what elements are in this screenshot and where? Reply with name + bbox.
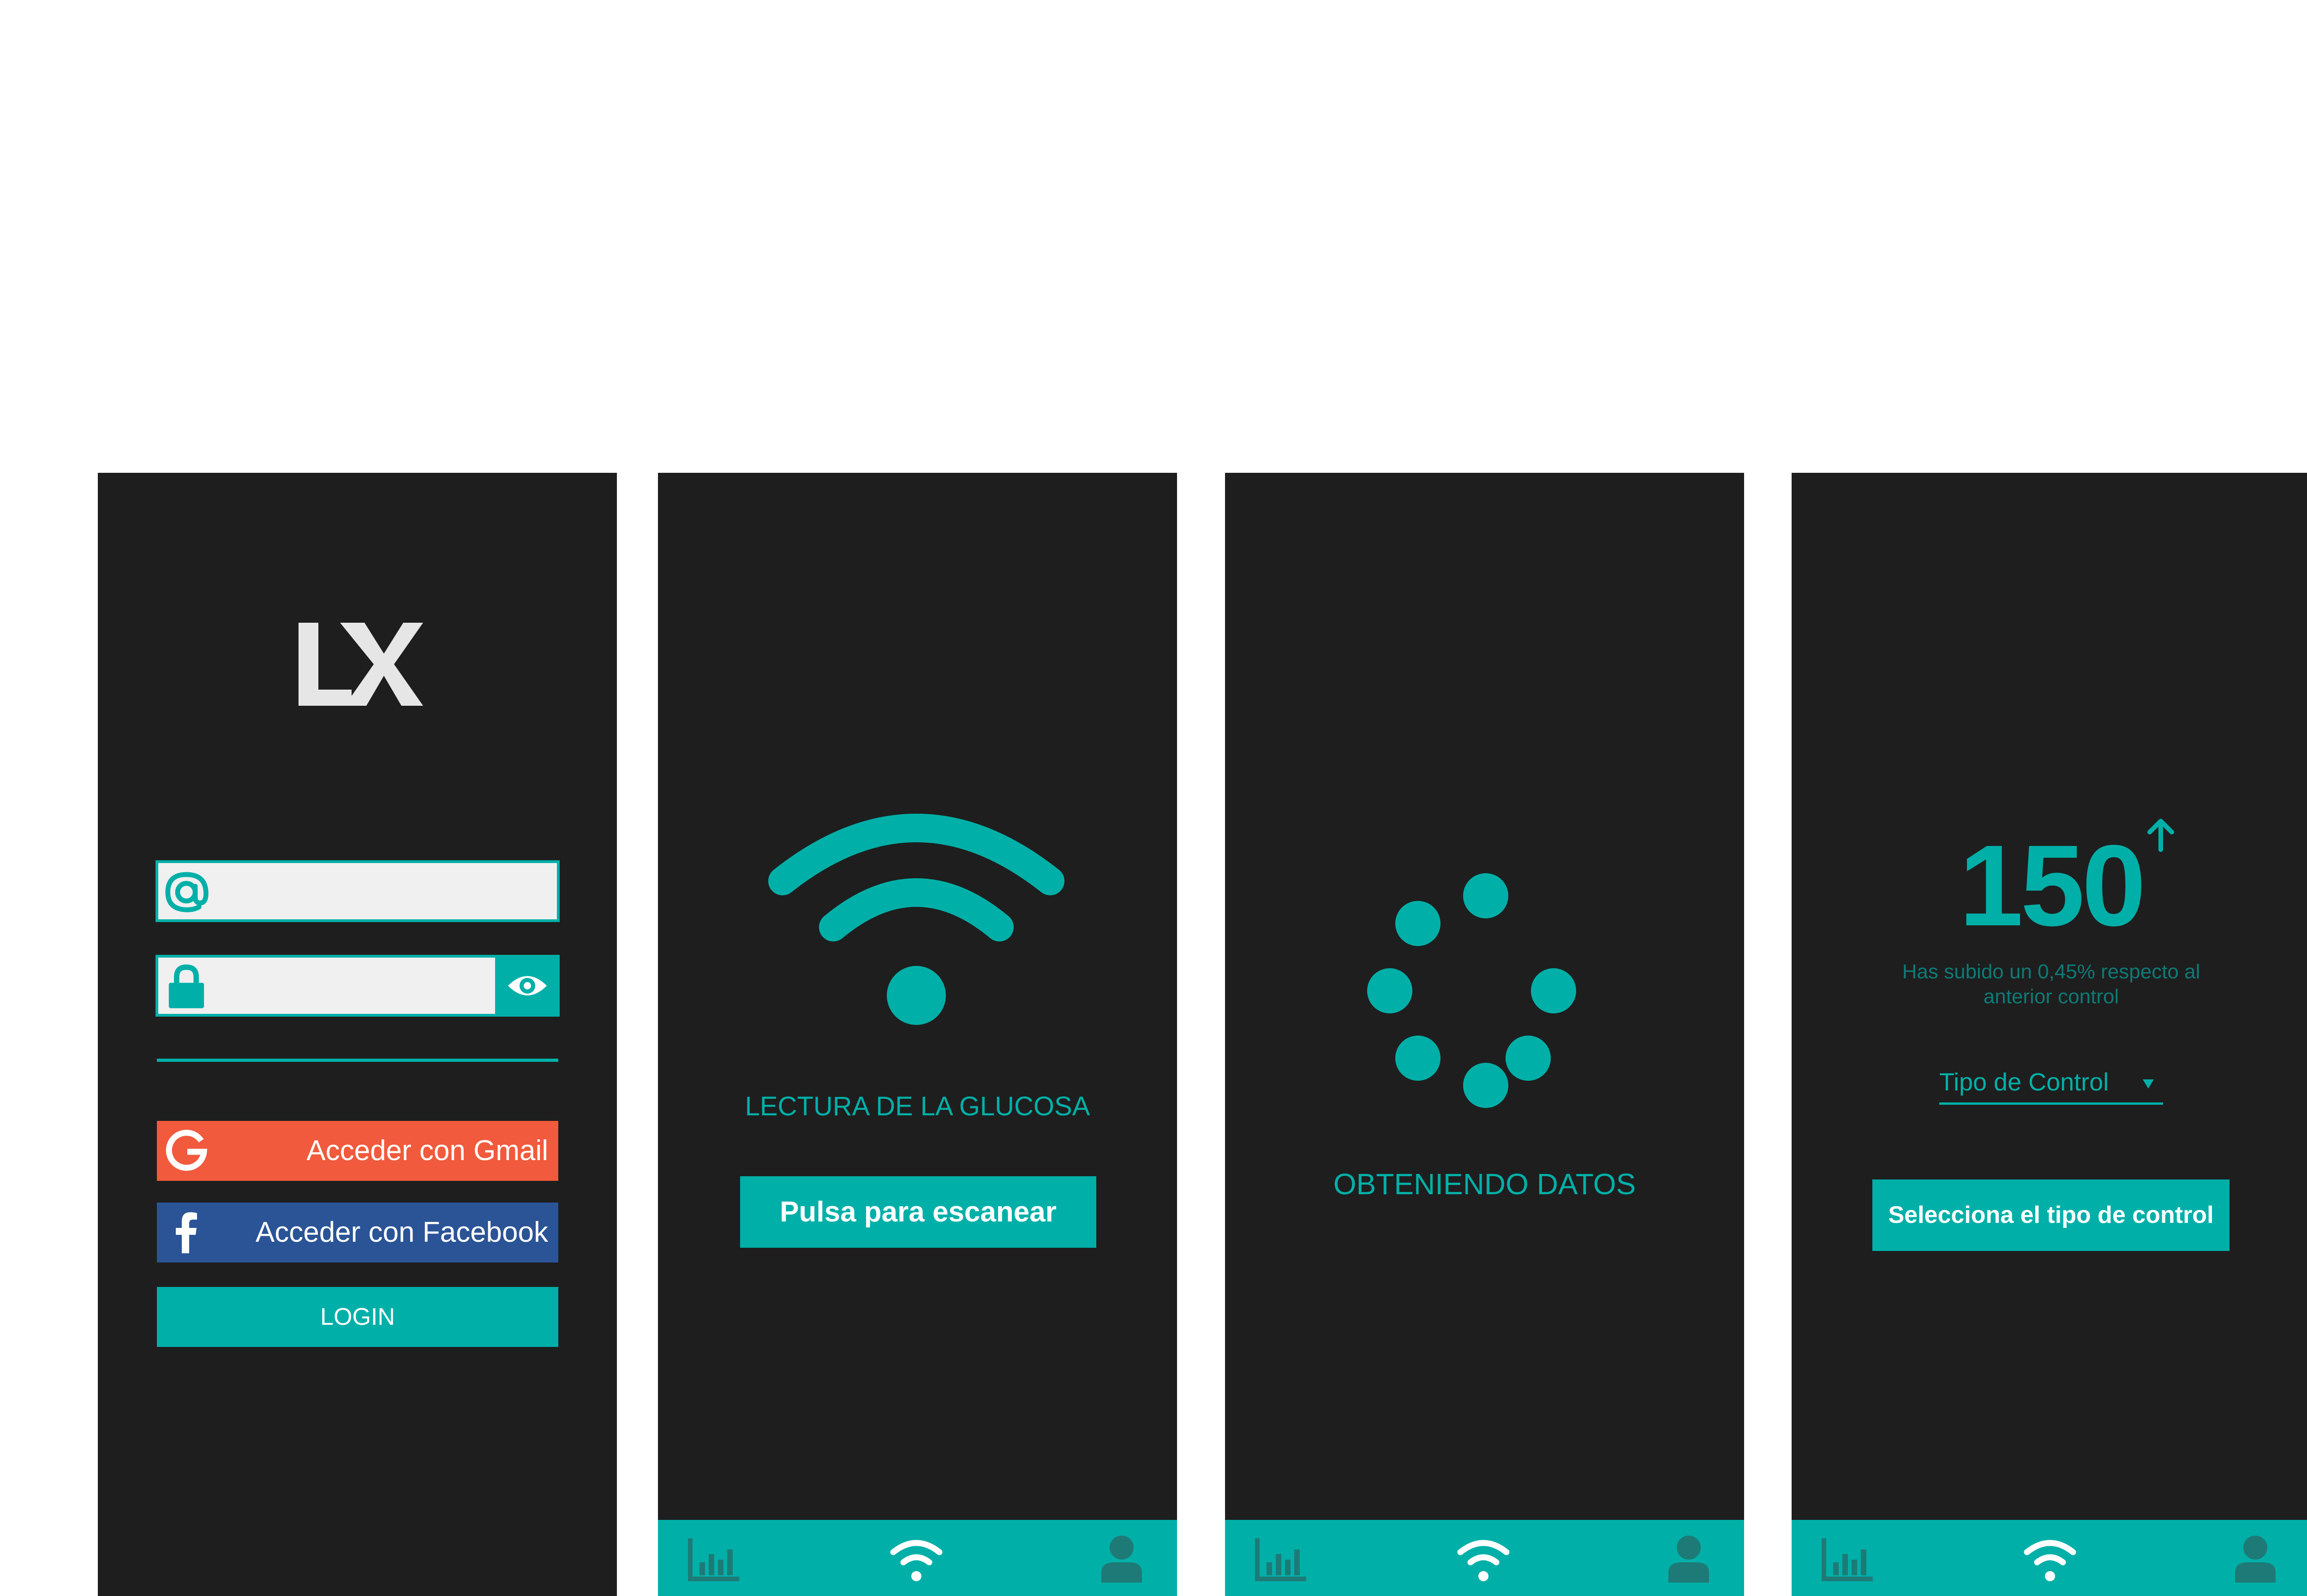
google-icon: [166, 1130, 208, 1171]
facebook-login-label: Acceder con Facebook: [255, 1216, 548, 1248]
gmail-login-button[interactable]: Acceder con Gmail: [157, 1121, 558, 1181]
eye-icon: [508, 976, 547, 995]
email-field[interactable]: [155, 860, 560, 922]
bar-chart-icon[interactable]: [686, 1534, 741, 1584]
loading-spinner-icon: [1367, 873, 1576, 1108]
triangle-down-icon: [2143, 1079, 2154, 1089]
bar-chart-icon[interactable]: [1253, 1534, 1308, 1584]
scan-screen: LECTURA DE LA GLUCOSA Pulsa para escanea…: [658, 473, 1177, 1596]
loading-screen: OBTENIENDO DATOS: [1225, 473, 1744, 1596]
trend-message: Has subido un 0,45% respecto al anterior…: [1902, 960, 2200, 1008]
gmail-login-label: Acceder con Gmail: [306, 1135, 548, 1167]
glucose-value: 150: [1959, 821, 2146, 950]
email-input[interactable]: [214, 863, 492, 920]
divider: [157, 1059, 558, 1062]
show-password-button[interactable]: [495, 955, 560, 1017]
password-input[interactable]: [214, 958, 492, 1015]
bottom-navbar: [1792, 1520, 2307, 1596]
loading-status: OBTENIENDO DATOS: [1333, 1167, 1636, 1201]
facebook-icon: [176, 1212, 197, 1253]
login-button[interactable]: LOGIN: [157, 1287, 558, 1347]
user-icon[interactable]: [1094, 1534, 1149, 1584]
user-icon[interactable]: [1661, 1534, 1716, 1584]
wifi-icon: [768, 814, 1064, 1025]
user-icon[interactable]: [2228, 1534, 2283, 1584]
lock-icon: [168, 964, 204, 1008]
result-screen: 150 Has subido un 0,45% respecto al ante…: [1792, 473, 2307, 1596]
login-screen: Acceder con Gmail Acceder con Facebook L…: [98, 473, 617, 1596]
control-type-select-value: Tipo de Control: [1939, 1068, 2109, 1096]
arrow-up-icon: [2147, 819, 2174, 852]
lx-logo: [299, 623, 423, 706]
bottom-navbar: [658, 1520, 1177, 1596]
bar-chart-icon[interactable]: [1819, 1534, 1875, 1584]
wifi-nav-icon[interactable]: [889, 1534, 944, 1584]
at-icon: [165, 872, 209, 912]
facebook-login-button[interactable]: Acceder con Facebook: [157, 1203, 558, 1263]
select-control-type-button[interactable]: Selecciona el tipo de control: [1872, 1179, 2229, 1251]
scan-button[interactable]: Pulsa para escanear: [740, 1176, 1096, 1248]
wifi-nav-icon[interactable]: [1456, 1534, 1511, 1584]
wifi-nav-icon[interactable]: [2022, 1534, 2078, 1584]
bottom-navbar: [1225, 1520, 1744, 1596]
scan-title: LECTURA DE LA GLUCOSA: [745, 1091, 1090, 1121]
control-type-select[interactable]: Tipo de Control: [1939, 1068, 2163, 1105]
password-field[interactable]: [155, 955, 560, 1017]
